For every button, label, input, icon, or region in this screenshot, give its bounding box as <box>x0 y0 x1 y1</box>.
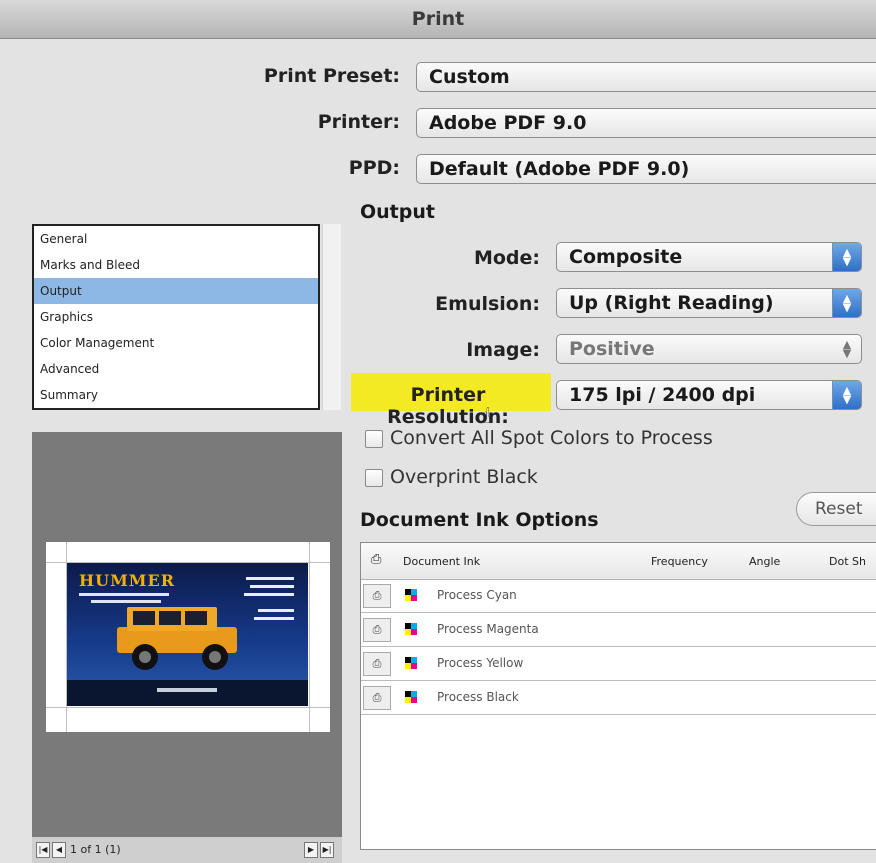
col-frequency[interactable]: Frequency <box>651 555 708 568</box>
convert-spot-label: Convert All Spot Colors to Process <box>390 427 713 449</box>
popup-arrows-icon: ▲ ▼ <box>832 381 861 409</box>
print-preset-value: Custom <box>429 66 510 88</box>
table-row[interactable]: ⎙ Process Magenta <box>361 613 876 647</box>
image-label: Image: <box>466 339 540 361</box>
mode-label: Mode: <box>473 247 540 269</box>
sidebar-item-graphics[interactable]: Graphics <box>34 304 318 330</box>
emulsion-value: Up (Right Reading) <box>569 292 774 314</box>
overprint-black-checkbox[interactable] <box>365 469 383 487</box>
ink-name: Process Black <box>437 690 519 704</box>
sidebar-item-output[interactable]: Output <box>34 278 318 304</box>
ink-name: Process Magenta <box>437 622 539 636</box>
reset-button[interactable]: Reset <box>796 492 876 526</box>
next-page-button[interactable]: ▶ <box>304 842 318 858</box>
print-preset-label: Print Preset: <box>263 65 400 87</box>
ppd-label: PPD: <box>348 157 400 179</box>
convert-spot-checkbox[interactable] <box>365 430 383 448</box>
col-document-ink[interactable]: Document Ink <box>403 555 480 568</box>
col-angle[interactable]: Angle <box>749 555 780 568</box>
window-title: Print <box>0 0 876 39</box>
mode-popup[interactable]: Composite ▲ ▼ <box>556 242 862 272</box>
print-ink-icon[interactable]: ⎙ <box>363 652 391 676</box>
ppd-popup[interactable]: Default (Adobe PDF 9.0) <box>416 154 876 184</box>
last-page-button[interactable]: ▶| <box>320 842 334 858</box>
sidebar-item-general[interactable]: General <box>34 226 318 252</box>
output-section-title: Output <box>360 201 435 223</box>
ink-name: Process Yellow <box>437 656 524 670</box>
crop-mark <box>46 707 330 708</box>
image-value: Positive <box>569 338 655 360</box>
printer-label: Printer: <box>317 111 400 133</box>
ink-options-title: Document Ink Options <box>360 509 599 531</box>
sidebar-item-summary[interactable]: Summary <box>34 382 318 408</box>
popup-arrows-icon: ▲ ▼ <box>842 338 852 360</box>
ink-table: ⎙ Document Ink Frequency Angle Dot Sh ⎙ … <box>360 542 876 850</box>
ink-table-header: ⎙ Document Ink Frequency Angle Dot Sh <box>361 543 876 580</box>
category-list[interactable]: General Marks and Bleed Output Graphics … <box>32 224 320 410</box>
image-popup[interactable]: Positive ▲ ▼ <box>556 334 862 364</box>
first-page-button[interactable]: |◀ <box>36 842 50 858</box>
process-ink-swatch-icon <box>405 691 417 703</box>
print-ink-icon[interactable]: ⎙ <box>363 584 391 608</box>
printer-resolution-value: 175 lpi / 2400 dpi <box>569 384 756 406</box>
ink-name: Process Cyan <box>437 588 517 602</box>
process-ink-swatch-icon <box>405 589 417 601</box>
category-list-scrollbar[interactable] <box>322 224 341 410</box>
printer-resolution-label: Printer Resolution: <box>387 384 509 428</box>
printer-icon: ⎙ <box>371 552 382 567</box>
sidebar-item-color-management[interactable]: Color Management <box>34 330 318 356</box>
vehicle-image <box>117 607 237 692</box>
table-row[interactable]: ⎙ Process Yellow <box>361 647 876 681</box>
print-ink-icon[interactable]: ⎙ <box>363 686 391 710</box>
popup-arrows-icon: ▲ ▼ <box>832 289 861 317</box>
prev-page-button[interactable]: ◀ <box>52 842 66 858</box>
mode-value: Composite <box>569 246 683 268</box>
popup-arrows-icon: ▲ ▼ <box>832 243 861 271</box>
process-ink-swatch-icon <box>405 657 417 669</box>
sidebar-item-marks-and-bleed[interactable]: Marks and Bleed <box>34 252 318 278</box>
overprint-black-label: Overprint Black <box>390 466 538 488</box>
page-counter: 1 of 1 (1) <box>70 843 121 856</box>
printer-value: Adobe PDF 9.0 <box>429 112 587 134</box>
ppd-value: Default (Adobe PDF 9.0) <box>429 158 690 180</box>
col-dot-shape[interactable]: Dot Sh <box>829 555 866 568</box>
table-row[interactable]: ⎙ Process Cyan <box>361 579 876 613</box>
sidebar-item-advanced[interactable]: Advanced <box>34 356 318 382</box>
preview-navigation: |◀ ◀ 1 of 1 (1) ▶ ▶| <box>32 837 342 863</box>
process-ink-swatch-icon <box>405 623 417 635</box>
printer-popup[interactable]: Adobe PDF 9.0 <box>416 108 876 138</box>
print-preset-popup[interactable]: Custom <box>416 62 876 92</box>
emulsion-popup[interactable]: Up (Right Reading) ▲ ▼ <box>556 288 862 318</box>
business-card-preview: HUMMER <box>67 563 308 706</box>
printer-resolution-popup[interactable]: 175 lpi / 2400 dpi ▲ ▼ <box>556 380 862 410</box>
emulsion-label: Emulsion: <box>435 293 540 315</box>
crop-mark <box>309 542 310 732</box>
print-ink-icon[interactable]: ⎙ <box>363 618 391 642</box>
table-row[interactable]: ⎙ Process Black <box>361 681 876 715</box>
